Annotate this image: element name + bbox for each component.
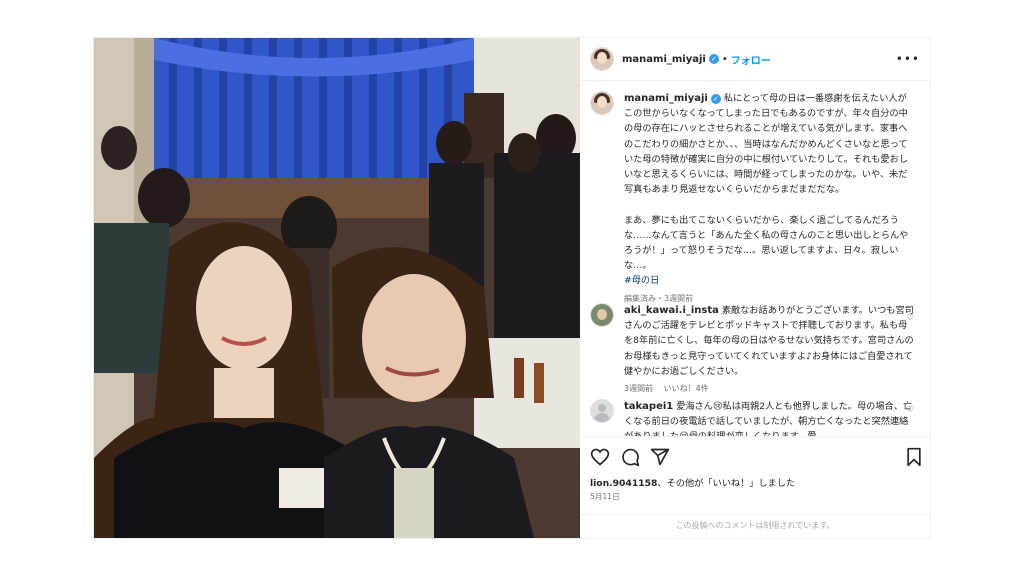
separator-dot: • (721, 53, 728, 65)
liked-by-user[interactable]: lion.9041158 (590, 478, 657, 489)
hashtag-link[interactable]: #母の日 (624, 275, 659, 286)
comment-username[interactable]: aki_kawai.i_insta (624, 305, 719, 316)
comment-username[interactable]: takapei1 (624, 401, 673, 412)
post-date: 5月11日 (590, 492, 620, 501)
caption-text: 私にとって母の日は一番感謝を伝えたい人がこの世からいなくなってしまった日でもある… (624, 93, 909, 272)
action-bar (580, 436, 930, 477)
bookmark-icon[interactable] (904, 447, 924, 467)
caption-username[interactable]: manami_miyaji (624, 93, 708, 104)
commenter-avatar[interactable] (590, 399, 614, 423)
comments-scroll[interactable]: manami_miyaji ✓ 私にとって母の日は一番感謝を伝えたい人がこの世から… (580, 81, 930, 436)
header-username[interactable]: manami_miyaji (622, 54, 706, 65)
follow-button[interactable]: フォロー (731, 52, 771, 67)
comment-likes[interactable]: いいね！4件 (664, 384, 709, 393)
verified-icon: ✓ (708, 54, 719, 64)
post-header: manami_miyaji ✓ • フォロー ••• (580, 38, 930, 81)
comment-body: takapei1 愛海さん😢私は両親2人とも他界しました。母の場合、亡くなる前日… (624, 399, 914, 436)
liked-by-suffix: 、その他が「いいね！」しました (657, 478, 796, 489)
commenter-avatar[interactable] (590, 303, 614, 327)
likes-summary[interactable]: lion.9041158、その他が「いいね！」しました (590, 475, 795, 489)
comment-like-heart-icon[interactable]: ♡ (907, 313, 914, 322)
comments-disabled-notice: この投稿へのコメントは制限されています。 (580, 514, 930, 539)
share-send-icon[interactable] (650, 447, 670, 467)
comment-icon[interactable] (620, 447, 640, 467)
like-heart-icon[interactable] (590, 447, 610, 467)
post-photo[interactable] (94, 38, 580, 538)
comment-time: 3週間前 (624, 384, 654, 394)
comment-like-heart-icon[interactable]: ♡ (907, 405, 914, 414)
caption-avatar[interactable] (590, 91, 614, 115)
comment-meta: 3週間前 いいね！4件 (624, 381, 914, 396)
post-side-panel: manami_miyaji ✓ • フォロー ••• manami_miyaji… (580, 38, 930, 538)
photo-illustration (94, 38, 580, 538)
profile-avatar[interactable] (590, 47, 614, 71)
caption-body: manami_miyaji ✓ 私にとって母の日は一番感謝を伝えたい人がこの世から… (624, 91, 914, 306)
comment-body: aki_kawai.i_insta 素敵なお話ありがとうございます。いつも宮司さ… (624, 303, 914, 396)
instagram-post: manami_miyaji ✓ • フォロー ••• manami_miyaji… (94, 38, 930, 538)
more-horizontal-icon[interactable]: ••• (896, 52, 920, 66)
verified-icon: ✓ (710, 93, 721, 104)
